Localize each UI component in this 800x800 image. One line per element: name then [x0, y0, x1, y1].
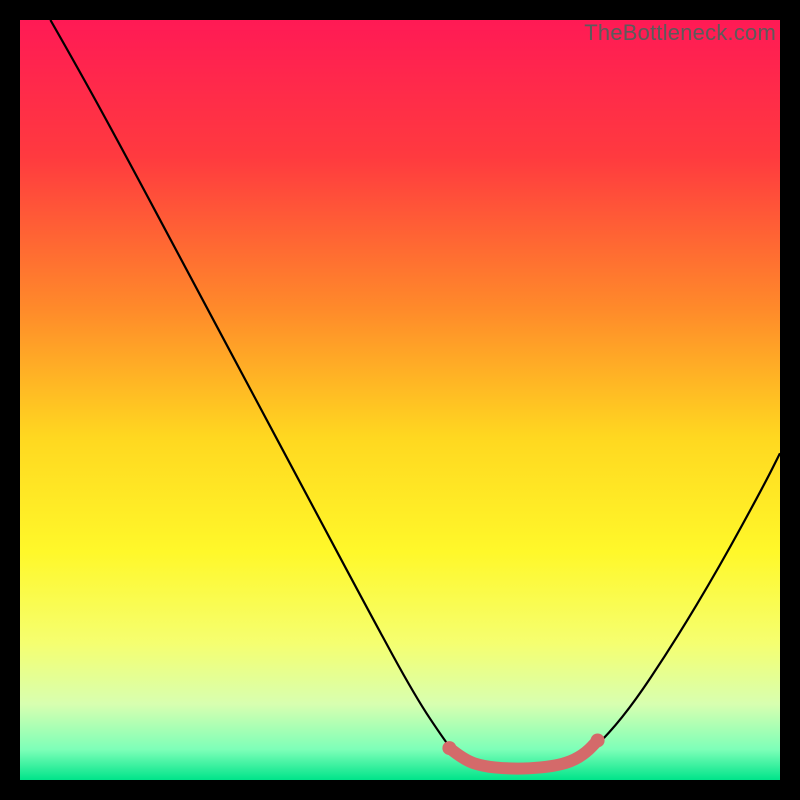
- gradient-background: [20, 20, 780, 780]
- chart-svg: [20, 20, 780, 780]
- watermark-text: TheBottleneck.com: [584, 20, 776, 46]
- highlight-dot: [591, 733, 605, 747]
- highlight-dot: [442, 741, 456, 755]
- chart-frame: TheBottleneck.com: [20, 20, 780, 780]
